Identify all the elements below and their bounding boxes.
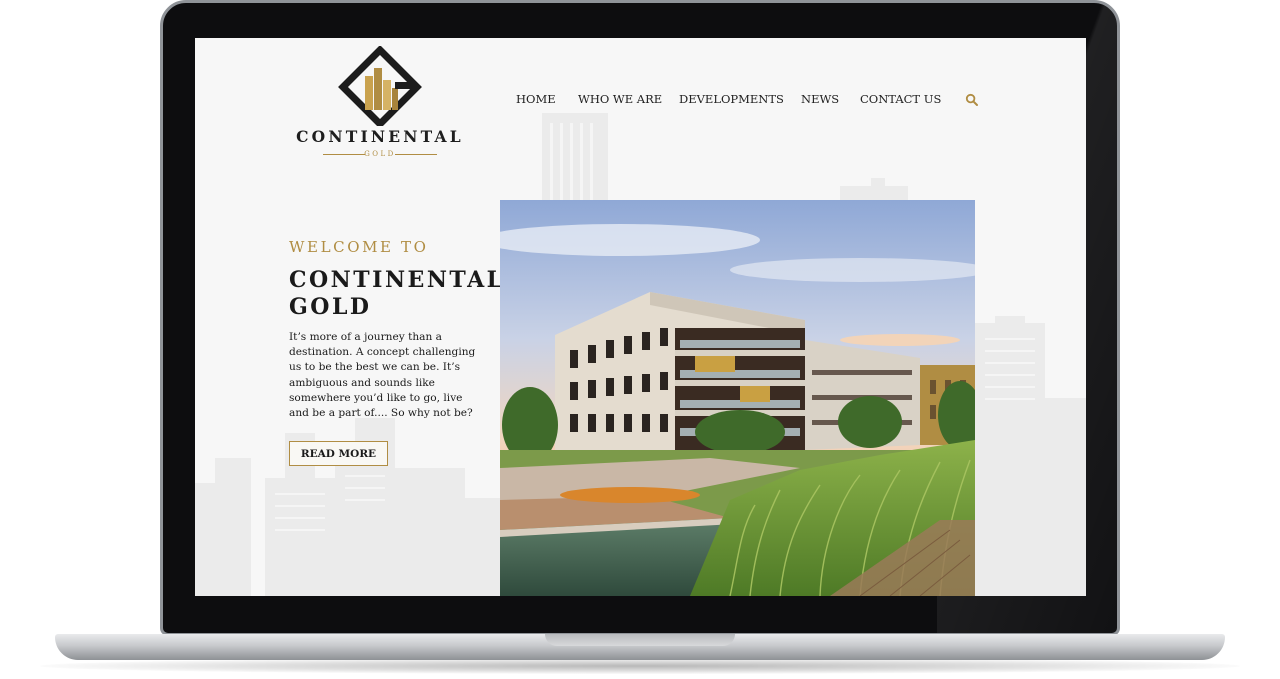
hero-building-photo <box>500 200 975 596</box>
hero-title-line-1: CONTINENTAL <box>289 267 505 293</box>
logo-mark-icon <box>338 45 422 129</box>
website-screen: CONTINENTAL GOLD HOME WHO WE ARE DEVELOP… <box>195 38 1086 596</box>
site-logo[interactable]: CONTINENTAL GOLD <box>295 45 465 158</box>
nav-home[interactable]: HOME <box>516 92 556 106</box>
laptop-shadow <box>40 658 1240 674</box>
read-more-button[interactable]: READ MORE <box>289 441 388 466</box>
laptop-notch <box>545 634 735 646</box>
logo-tagline: GOLD <box>364 150 396 158</box>
search-icon[interactable] <box>965 93 979 107</box>
logo-wordmark: CONTINENTAL <box>296 127 464 146</box>
hero-description: It’s more of a journey than a destinatio… <box>289 331 476 420</box>
hero-title: CONTINENTAL GOLD <box>289 267 509 321</box>
nav-developments[interactable]: DEVELOPMENTS <box>679 92 784 106</box>
nav-news[interactable]: NEWS <box>801 92 839 106</box>
nav-contact-us[interactable]: CONTACT US <box>860 92 941 106</box>
hero-eyebrow: WELCOME TO <box>289 238 429 256</box>
logo-divider-right <box>395 154 437 155</box>
hero-title-line-2: GOLD <box>289 294 372 320</box>
nav-who-we-are[interactable]: WHO WE ARE <box>578 92 662 106</box>
